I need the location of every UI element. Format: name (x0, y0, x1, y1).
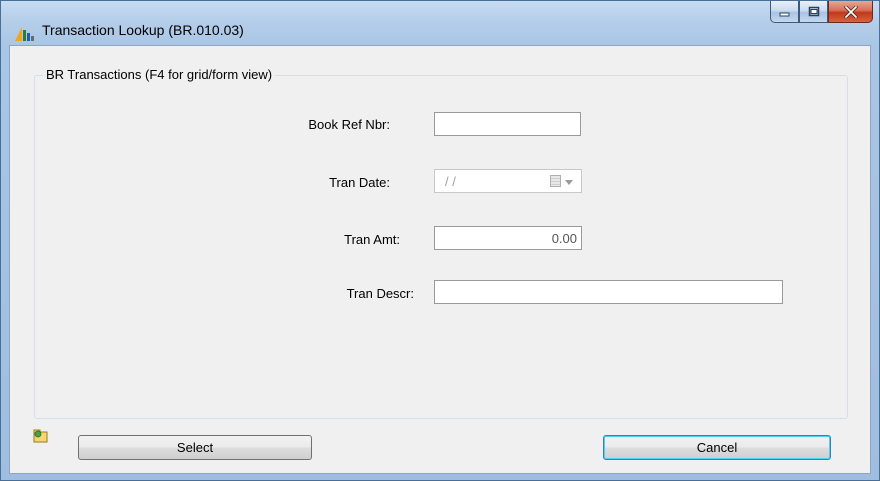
cancel-button[interactable]: Cancel (603, 435, 831, 460)
close-icon (843, 5, 858, 18)
tran-descr-input[interactable] (434, 280, 783, 304)
folder-icon[interactable] (33, 428, 49, 444)
tran-date-value: / / (445, 174, 456, 189)
title-bar[interactable]: Transaction Lookup (BR.010.03) (1, 1, 879, 45)
tran-amt-input[interactable] (434, 226, 582, 250)
calendar-icon[interactable] (550, 175, 561, 187)
tran-date-picker[interactable]: / / (434, 169, 582, 193)
window: Transaction Lookup (BR.010.03) BR Transa… (0, 0, 880, 481)
chevron-down-icon[interactable] (565, 180, 573, 185)
minimize-icon (779, 12, 789, 16)
tran-amt-label: Tran Amt: (344, 232, 400, 247)
tran-date-label: Tran Date: (329, 175, 390, 190)
caption-buttons (770, 1, 873, 23)
window-title: Transaction Lookup (BR.010.03) (42, 22, 244, 38)
maximize-button[interactable] (799, 1, 828, 23)
client-area: BR Transactions (F4 for grid/form view) … (9, 45, 871, 474)
select-button[interactable]: Select (78, 435, 312, 460)
chart-bars-icon (15, 27, 34, 41)
book-ref-input[interactable] (434, 112, 581, 136)
book-ref-label: Book Ref Nbr: (308, 117, 390, 132)
group-title: BR Transactions (F4 for grid/form view) (43, 67, 276, 82)
maximize-icon (808, 6, 819, 17)
minimize-button[interactable] (770, 1, 799, 23)
tran-descr-label: Tran Descr: (346, 286, 414, 301)
close-button[interactable] (828, 1, 873, 23)
